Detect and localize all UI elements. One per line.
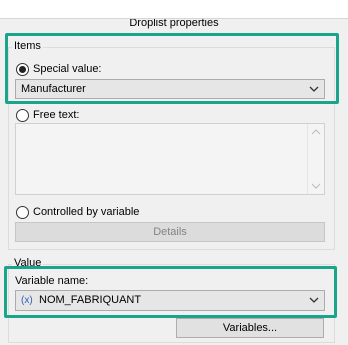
- free-text-scrollbar[interactable]: [307, 124, 324, 194]
- free-text-area[interactable]: [15, 123, 325, 195]
- controlled-by-variable-radio[interactable]: [16, 206, 29, 219]
- variables-button[interactable]: Variables...: [176, 318, 324, 338]
- scroll-down-arrow-icon[interactable]: [311, 182, 321, 190]
- controlled-by-variable-label: Controlled by variable: [33, 206, 140, 218]
- scroll-up-arrow-icon[interactable]: [311, 128, 321, 136]
- title-divider: [0, 18, 348, 19]
- special-value-highlight: [5, 33, 339, 104]
- details-button[interactable]: Details: [15, 222, 325, 242]
- variable-name-highlight: [4, 266, 337, 318]
- free-text-label: Free text:: [33, 109, 80, 121]
- free-text-radio[interactable]: [16, 109, 29, 122]
